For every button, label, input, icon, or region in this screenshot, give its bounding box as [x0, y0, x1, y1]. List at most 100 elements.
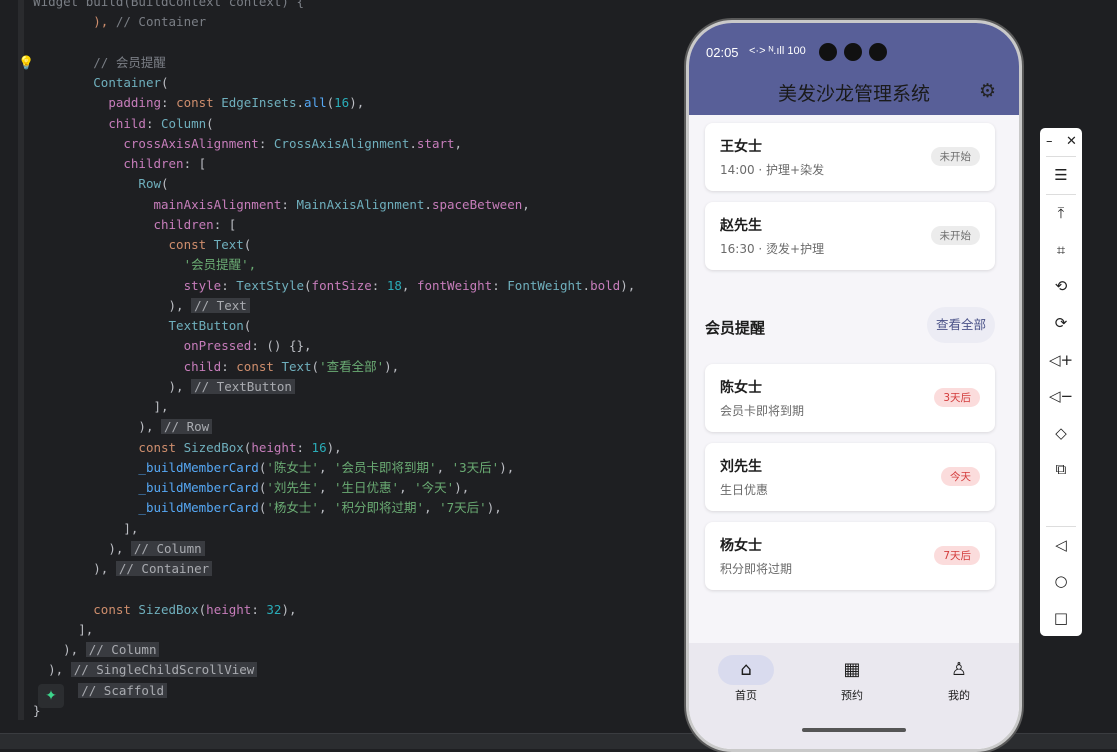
lightbulb-icon[interactable]: 💡	[18, 56, 34, 71]
screenshot-icon[interactable]: ⧉	[1040, 456, 1082, 482]
appointment-card[interactable]: 赵先生 16:30 · 烫发+护理 未开始	[705, 202, 995, 270]
code-line[interactable]: children: [	[18, 154, 206, 174]
code-token: onPressed	[183, 338, 252, 354]
code-line[interactable]: _buildMemberCard('陈女士', '会员卡即将到期', '3天后'…	[18, 458, 514, 478]
code-line[interactable]: ],	[18, 620, 93, 640]
code-line[interactable]: child: Column(	[18, 114, 213, 134]
main-content[interactable]: 王女士 14:00 · 护理+染发 未开始 赵先生 16:30 · 烫发+护理 …	[689, 115, 1019, 643]
ai-assist-icon[interactable]: ✦	[38, 684, 64, 708]
shake-icon[interactable]: ◇	[1040, 420, 1082, 446]
nav-item-profile[interactable]: ♙ 我的	[919, 655, 999, 703]
code-line[interactable]: _buildMemberCard('刘先生', '生日优惠', '今天'),	[18, 478, 469, 498]
code-line[interactable]: '会员提醒',	[18, 255, 257, 275]
appointment-card[interactable]: 王女士 14:00 · 护理+染发 未开始	[705, 123, 995, 191]
code-token: _buildMemberCard	[138, 459, 259, 475]
code-line[interactable]: onPressed: () {},	[18, 336, 312, 356]
phone-emulator[interactable]: 02:05 <·> ᴺ.ıll 100 美发沙龙管理系统 ⚙ 王女士 14:00…	[686, 20, 1022, 752]
menu-icon[interactable]: ☰	[1040, 162, 1082, 188]
gear-icon[interactable]: ⚙	[979, 80, 996, 102]
code-line[interactable]: ), // Container	[18, 559, 213, 579]
code-line[interactable]: ), // Text	[18, 296, 250, 316]
code-token: 16	[311, 439, 327, 455]
rotate-left-icon[interactable]: ⟲	[1040, 273, 1082, 299]
status-time: 02:05	[706, 45, 739, 60]
volume-up-icon[interactable]: ◁+	[1040, 347, 1082, 373]
code-line[interactable]: ],	[18, 397, 168, 417]
code-token: child	[183, 358, 222, 374]
close-icon[interactable]: ✕	[1066, 134, 1077, 149]
code-line[interactable]: mainAxisAlignment: MainAxisAlignment.spa…	[18, 195, 529, 215]
code-line[interactable]: Container(	[18, 73, 168, 93]
code-line[interactable]: ), // Row	[18, 417, 213, 437]
code-token: .	[296, 95, 305, 111]
code-token: '查看全部'	[319, 358, 385, 374]
nav-item-booking[interactable]: ▦ 预约	[812, 655, 892, 703]
code-line[interactable]: child: const Text('查看全部'),	[18, 357, 400, 377]
code-line[interactable]: _buildMemberCard('杨女士', '积分即将过期', '7天后')…	[18, 498, 501, 518]
client-name: 王女士	[720, 139, 762, 155]
code-line[interactable]: const SizedBox(height: 16),	[18, 438, 341, 458]
member-card[interactable]: 刘先生 生日优惠 今天	[705, 443, 995, 511]
code-line[interactable]: ), // Column	[18, 539, 205, 559]
appointment-detail: 16:30 · 烫发+护理	[720, 242, 825, 256]
back-icon[interactable]: ◁	[1040, 532, 1082, 558]
member-card[interactable]: 杨女士 积分即将过期 7天后	[705, 522, 995, 590]
code-token: : () {},	[251, 338, 312, 354]
code-token: bold	[590, 277, 621, 293]
overview-icon[interactable]: □	[1040, 605, 1082, 631]
code-token: // Container	[115, 561, 213, 576]
code-token: ),	[168, 297, 192, 313]
code-token: ),	[138, 419, 161, 435]
volume-down-icon[interactable]: ◁−	[1040, 383, 1082, 409]
code-line[interactable]: Widget build(BuildContext context) {	[18, 0, 304, 12]
pin-top-icon[interactable]: ⤒	[1040, 200, 1082, 226]
code-line[interactable]: // 会员提醒	[18, 53, 166, 73]
code-line[interactable]: const SizedBox(height: 32),	[18, 600, 297, 620]
code-line[interactable]: ), // TextButton	[18, 377, 295, 397]
nav-item-home[interactable]: ⌂ 首页	[706, 655, 786, 703]
code-line[interactable]: Row(	[18, 174, 168, 194]
crop-icon[interactable]: ⌗	[1040, 237, 1082, 263]
code-token: '杨女士'	[266, 500, 319, 516]
code-token: // TextButton	[191, 378, 295, 394]
rotate-right-icon[interactable]: ⟳	[1040, 310, 1082, 336]
minimize-icon[interactable]: –	[1046, 134, 1053, 149]
code-token: ),	[48, 662, 71, 678]
reminder-badge: 7天后	[934, 546, 980, 565]
code-line[interactable]: crossAxisAlignment: CrossAxisAlignment.s…	[18, 134, 462, 154]
code-token: padding	[108, 95, 161, 111]
code-line[interactable]: ],	[18, 519, 138, 539]
code-line[interactable]: ), // SingleChildScrollView	[18, 660, 258, 680]
code-line[interactable]: ), // Column	[18, 640, 160, 660]
code-token: .	[424, 196, 432, 212]
home-indicator[interactable]	[802, 728, 906, 732]
member-card[interactable]: 陈女士 会员卡即将到期 3天后	[705, 364, 995, 432]
code-token: // Scaffold	[78, 682, 168, 698]
code-token: const	[93, 601, 139, 617]
status-badge: 未开始	[930, 226, 980, 245]
client-name: 赵先生	[720, 218, 762, 234]
code-token: ,	[424, 500, 440, 516]
code-token: FontWeight	[507, 277, 583, 293]
code-editor[interactable]: Widget build(BuildContext context) { ), …	[0, 0, 686, 748]
code-token: ),	[281, 601, 297, 617]
code-token: // Row	[161, 419, 213, 435]
code-token: : [	[213, 216, 237, 232]
camera-icon	[844, 43, 862, 61]
code-line[interactable]: padding: const EdgeInsets.all(16),	[18, 93, 364, 113]
view-all-button[interactable]: 查看全部	[927, 307, 995, 343]
code-line[interactable]: ), // Container	[18, 12, 206, 32]
code-line[interactable]: children: [	[18, 215, 236, 235]
code-line[interactable]: style: TextStyle(fontSize: 18, fontWeigh…	[18, 276, 636, 296]
code-line[interactable]: const Text(	[18, 235, 252, 255]
home-icon[interactable]: ○	[1040, 568, 1082, 594]
code-line[interactable]: TextButton(	[18, 316, 252, 336]
